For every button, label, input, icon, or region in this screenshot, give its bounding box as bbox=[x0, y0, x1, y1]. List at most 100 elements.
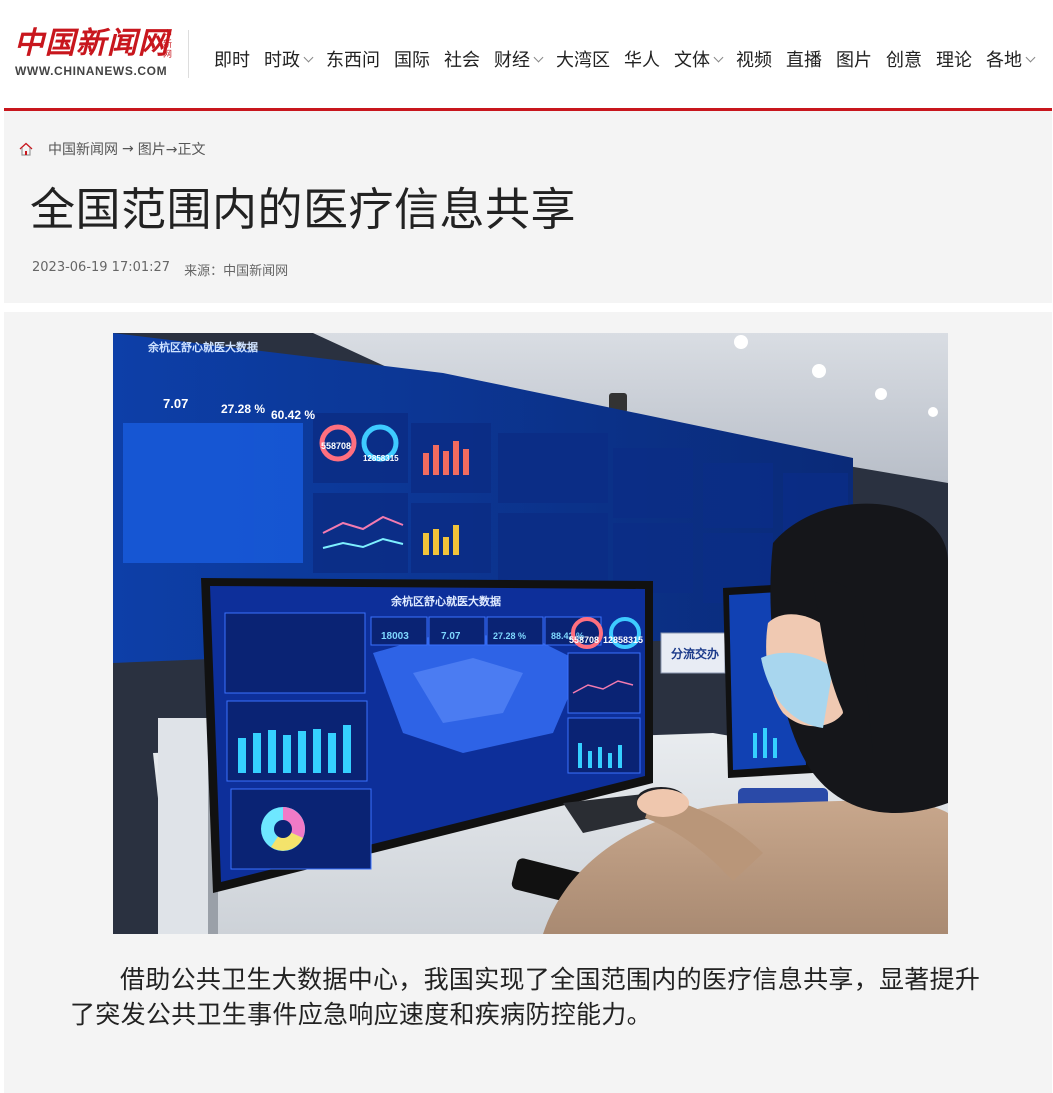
nav-item-label: 理论 bbox=[936, 50, 972, 71]
nav-item-7[interactable]: 华人 bbox=[624, 46, 660, 72]
nav-item-label: 东西问 bbox=[326, 50, 380, 71]
logo-divider bbox=[188, 30, 189, 78]
nav-item-label: 即时 bbox=[214, 50, 250, 71]
page-title: 全国范围内的医疗信息共享 bbox=[30, 183, 577, 236]
monitor-stat: 27.28 % bbox=[493, 631, 526, 641]
desk-sign-text: 分流交办 bbox=[671, 646, 719, 661]
bar bbox=[453, 441, 459, 475]
bar bbox=[453, 525, 459, 555]
logo-url-text: WWW.CHINANEWS.COM bbox=[15, 64, 168, 78]
monitor-gauge-value: 12858315 bbox=[603, 635, 643, 645]
wall-panel bbox=[498, 513, 608, 583]
nav-item-9[interactable]: 视频 bbox=[736, 46, 772, 72]
main-nav: 即时 时政 东西问 国际 社会 财经 大湾区 华人 文体 视频 直播 图片 创意 理论 各地 bbox=[214, 46, 1048, 72]
wall-panel bbox=[313, 493, 408, 573]
photo-illustration: 558708 12858315 余杭区舒心就医大数据 7.07 27.28 % … bbox=[113, 333, 948, 934]
nav-item-label: 财经 bbox=[494, 50, 530, 71]
chevron-down-icon bbox=[303, 52, 314, 63]
ceiling-light bbox=[875, 388, 887, 400]
bar bbox=[443, 537, 449, 555]
nav-item-14[interactable]: 各地 bbox=[986, 46, 1036, 72]
chevron-down-icon bbox=[713, 52, 724, 63]
bar bbox=[328, 733, 336, 773]
chevron-down-icon bbox=[533, 52, 544, 63]
nav-item-5[interactable]: 财经 bbox=[494, 46, 544, 72]
logo-chinese-text: 中国新闻网 bbox=[14, 26, 169, 61]
wall-gauge-value: 558708 bbox=[321, 441, 351, 451]
nav-item-12[interactable]: 创意 bbox=[886, 46, 922, 72]
monitor-stat: 18003 bbox=[381, 631, 409, 642]
bar bbox=[588, 751, 592, 768]
bar bbox=[268, 730, 276, 773]
bar bbox=[433, 529, 439, 555]
logo-vertical-text: 中新网 bbox=[163, 30, 173, 60]
breadcrumb-section-link[interactable]: 图片→正文 bbox=[138, 139, 206, 159]
article-meta: 2023-06-19 17:01:27 来源：中国新闻网 bbox=[32, 260, 288, 279]
nav-item-8[interactable]: 文体 bbox=[674, 46, 724, 72]
bar bbox=[763, 728, 767, 758]
nav-item-label: 直播 bbox=[786, 50, 822, 71]
bar bbox=[433, 445, 439, 475]
wall-stat: 7.07 bbox=[163, 396, 188, 411]
site-logo[interactable]: 中国新闻网 中新网 WWW.CHINANEWS.COM bbox=[14, 26, 176, 82]
nav-item-label: 大湾区 bbox=[556, 50, 610, 71]
wall-title: 余杭区舒心就医大数据 bbox=[147, 340, 258, 354]
ceiling-light bbox=[812, 364, 826, 378]
bar bbox=[283, 735, 291, 773]
nav-item-13[interactable]: 理论 bbox=[936, 46, 972, 72]
person-hand bbox=[637, 789, 689, 817]
photo-caption: 借助公共卫生大数据中心，我国实现了全国范围内的医疗信息共享，显著提升了突发公共卫… bbox=[70, 965, 981, 1029]
nav-item-10[interactable]: 直播 bbox=[786, 46, 822, 72]
desk-front-cabinet bbox=[158, 718, 213, 934]
breadcrumb-home-link[interactable]: 中国新闻网 bbox=[48, 139, 118, 159]
bar bbox=[253, 733, 261, 773]
bar bbox=[298, 731, 306, 773]
breadcrumb-arrow: → bbox=[122, 141, 134, 157]
nav-item-label: 文体 bbox=[674, 50, 710, 71]
bar bbox=[443, 451, 449, 475]
monitor-title: 余杭区舒心就医大数据 bbox=[390, 594, 501, 608]
bar bbox=[423, 453, 429, 475]
monitor-pie-hole bbox=[274, 820, 292, 838]
bar bbox=[773, 738, 777, 758]
bar bbox=[608, 753, 612, 768]
home-icon[interactable] bbox=[18, 141, 34, 157]
nav-item-1[interactable]: 时政 bbox=[264, 46, 314, 72]
nav-item-11[interactable]: 图片 bbox=[836, 46, 872, 72]
bar bbox=[238, 738, 246, 773]
site-header: 中国新闻网 中新网 WWW.CHINANEWS.COM 即时 时政 东西问 国际 社会财… bbox=[0, 0, 1053, 108]
nav-item-label: 创意 bbox=[886, 50, 922, 71]
wall-panel bbox=[123, 423, 303, 563]
nav-item-2[interactable]: 东西问 bbox=[326, 46, 380, 72]
nav-item-label: 华人 bbox=[624, 50, 660, 71]
breadcrumb: 中国新闻网 → 图片→正文 bbox=[18, 139, 205, 159]
nav-item-4[interactable]: 社会 bbox=[444, 46, 480, 72]
bar bbox=[753, 733, 757, 758]
bar bbox=[313, 729, 321, 773]
monitor-gauge-value: 558708 bbox=[569, 635, 599, 645]
bar bbox=[343, 725, 351, 773]
monitor-stat: 7.07 bbox=[441, 631, 461, 642]
nav-item-label: 社会 bbox=[444, 50, 480, 71]
ceiling-light bbox=[734, 335, 748, 349]
nav-item-label: 视频 bbox=[736, 50, 772, 71]
nav-item-0[interactable]: 即时 bbox=[214, 46, 250, 72]
nav-item-3[interactable]: 国际 bbox=[394, 46, 430, 72]
publish-datetime: 2023-06-19 17:01:27 bbox=[32, 260, 171, 275]
wall-stat: 60.42 % bbox=[271, 408, 315, 422]
nav-item-label: 时政 bbox=[264, 50, 300, 71]
nav-item-label: 图片 bbox=[836, 50, 872, 71]
bar bbox=[423, 533, 429, 555]
ceiling-light bbox=[928, 407, 938, 417]
bar bbox=[598, 747, 602, 768]
wall-stat: 27.28 % bbox=[221, 402, 265, 416]
article-source: 来源：中国新闻网 bbox=[184, 264, 289, 279]
article-photo: 558708 12858315 余杭区舒心就医大数据 7.07 27.28 % … bbox=[113, 333, 948, 934]
wall-panel bbox=[498, 433, 608, 503]
wall-gauge-value: 12858315 bbox=[363, 454, 399, 463]
title-panel: 中国新闻网 → 图片→正文 全国范围内的医疗信息共享 2023-06-19 17… bbox=[4, 111, 1052, 303]
article-panel: 558708 12858315 余杭区舒心就医大数据 7.07 27.28 % … bbox=[4, 312, 1052, 1093]
nav-item-6[interactable]: 大湾区 bbox=[556, 46, 610, 72]
wall-panel bbox=[703, 463, 773, 528]
nav-item-label: 国际 bbox=[394, 50, 430, 71]
